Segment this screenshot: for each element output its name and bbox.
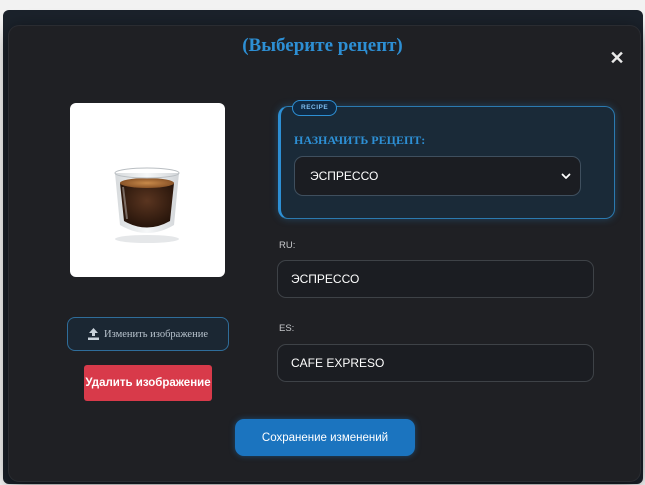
es-name-value: CAFE EXPRESO — [291, 356, 385, 370]
delete-image-button[interactable]: Удалить изображение — [84, 365, 212, 401]
change-image-button[interactable]: Изменить изображение — [67, 317, 229, 351]
product-image — [70, 103, 225, 277]
es-name-input[interactable]: CAFE EXPRESO — [277, 344, 594, 382]
modal-title: (Выберите рецепт) — [242, 35, 403, 56]
change-image-label: Изменить изображение — [103, 328, 208, 340]
recipe-badge: RECIPE — [292, 100, 338, 116]
ru-name-input[interactable]: ЭСПРЕССО — [277, 260, 594, 298]
save-changes-button[interactable]: Сохранение изменений — [235, 419, 415, 456]
espresso-cup-image — [114, 167, 180, 243]
close-icon[interactable]: ✕ — [609, 49, 625, 67]
ru-label: RU: — [279, 240, 296, 251]
chevron-down-icon — [561, 173, 571, 179]
recipe-select[interactable]: ЭСПРЕССО — [294, 156, 581, 196]
upload-icon — [87, 328, 99, 340]
assign-recipe-label: НАЗНАЧИТЬ РЕЦЕПТ: — [294, 133, 426, 147]
ru-name-value: ЭСПРЕССО — [291, 272, 360, 286]
recipe-select-value: ЭСПРЕССО — [310, 169, 379, 183]
es-label: ES: — [279, 323, 295, 334]
